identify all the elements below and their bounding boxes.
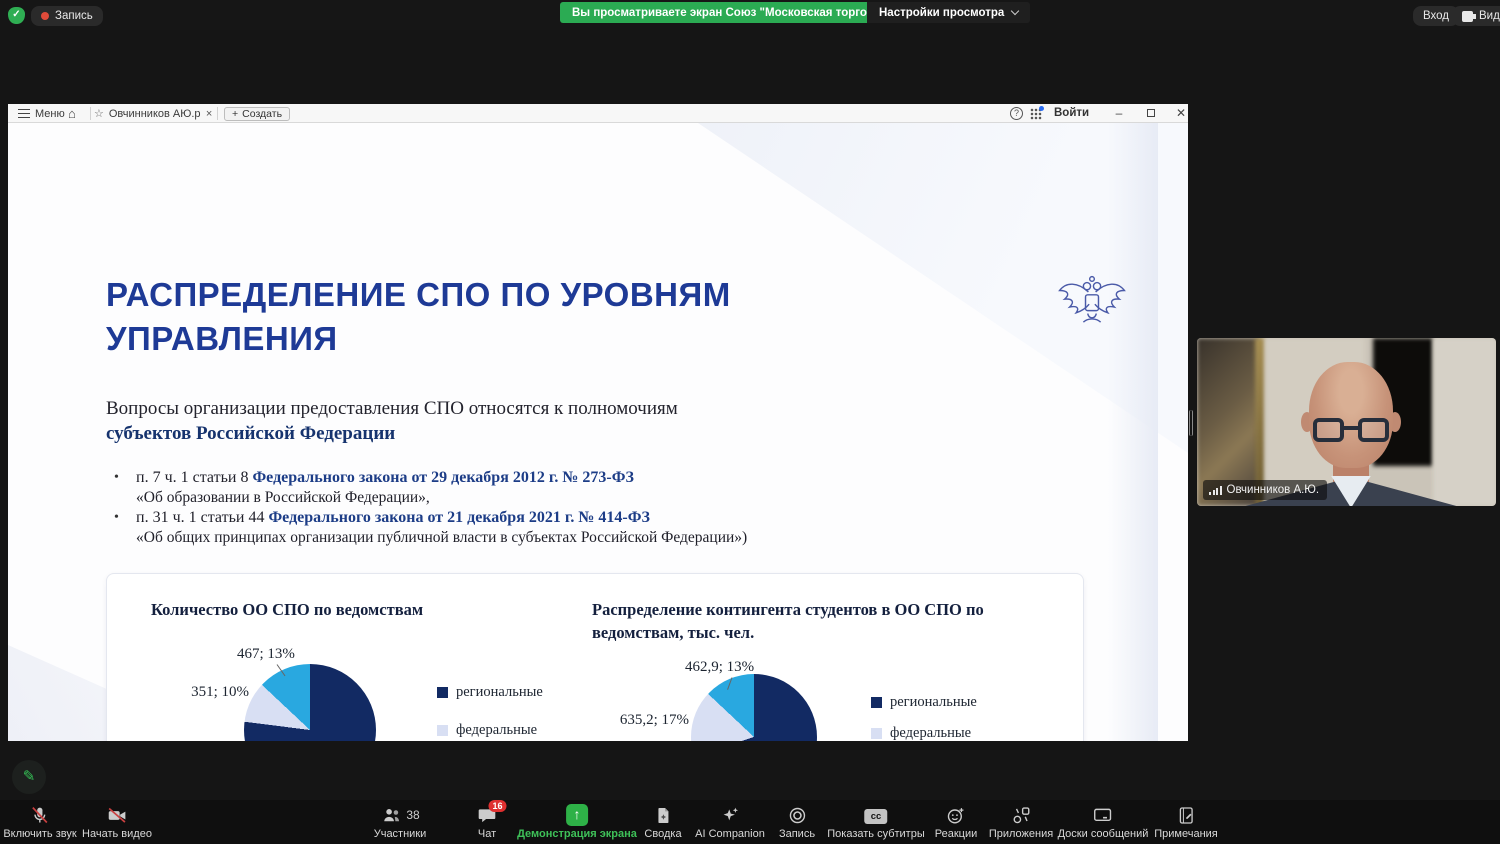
pie2-title: Распределение контингента студентов в ОО…	[592, 598, 992, 644]
slide-intro-text: Вопросы организации предоставления СПО о…	[106, 396, 886, 446]
summary-button[interactable]: Сводка	[644, 804, 681, 840]
participants-count: 38	[406, 808, 419, 822]
pie2-slice-label: 462,9; 13%	[685, 659, 754, 676]
meeting-controls-bar: Включить звук Начать видео 38 Участники …	[0, 800, 1500, 844]
presentation-slide: РАСПРЕДЕЛЕНИЕ СПО ПО УРОВНЯМ УПРАВЛЕНИЯ …	[8, 123, 1188, 741]
participants-icon: 38	[374, 804, 427, 826]
whiteboard-icon	[1058, 804, 1149, 826]
participants-button[interactable]: 38 Участники	[374, 804, 427, 840]
window-minimize-button[interactable]: –	[1104, 104, 1134, 123]
pie1-legend: региональные федеральные частные	[437, 684, 543, 741]
toolbar-separator	[217, 107, 218, 120]
pie1-slice-label: 467; 13%	[237, 646, 295, 663]
chevron-down-icon	[1011, 7, 1019, 15]
zoom-meeting-window: ✓ Запись Вы просматриваете экран Союз "М…	[0, 0, 1500, 844]
slide-background-shape	[1108, 123, 1158, 741]
record-circle-icon	[779, 804, 815, 826]
pdf-document-tab[interactable]: ☆ Овчинников АЮ.pdf ×	[94, 104, 216, 123]
pie-chart-students	[691, 674, 817, 741]
apps-grid-icon[interactable]	[1030, 108, 1042, 120]
unmute-button[interactable]: Включить звук	[3, 804, 76, 840]
camera-off-icon	[82, 804, 152, 826]
create-button[interactable]: + Создать	[224, 107, 290, 121]
sparkle-icon	[695, 804, 765, 826]
bullet-item: • п. 31 ч. 1 статьи 44 Федерального зако…	[106, 509, 906, 547]
tab-title: Овчинников АЮ.pdf	[109, 108, 201, 120]
pdf-sign-in-button[interactable]: Войти	[1054, 107, 1089, 119]
pie1-title: Количество ОО СПО по ведомствам	[151, 600, 423, 620]
share-screen-icon: ↑	[566, 804, 588, 826]
recording-label: Запись	[55, 10, 93, 22]
view-settings-dropdown[interactable]: Настройки просмотра	[867, 2, 1030, 23]
whiteboards-button[interactable]: Доски сообщений	[1058, 804, 1149, 840]
recording-indicator: Запись	[31, 6, 103, 26]
participant-video-tile[interactable]: Овчинников А.Ю.	[1197, 338, 1496, 506]
view-layout-icon	[1462, 11, 1473, 22]
security-shield-icon[interactable]: ✓	[8, 7, 25, 24]
help-icon[interactable]: ?	[1010, 107, 1023, 120]
summary-doc-icon	[644, 804, 681, 826]
pie-chart-oo-spo	[244, 664, 376, 741]
annotate-pencil-button[interactable]: ✎	[12, 760, 46, 794]
pie1-slice-label: 2754; 77%	[307, 739, 372, 741]
window-maximize-button[interactable]	[1136, 104, 1166, 123]
ministry-eagle-emblem	[1056, 270, 1128, 334]
intro-bold-text: субъектов Российской Федерации	[106, 423, 395, 444]
charts-card: Количество ОО СПО по ведомствам Распреде…	[106, 573, 1084, 741]
record-button[interactable]: Запись	[779, 804, 815, 840]
pdf-home-button[interactable]: ⌂	[68, 106, 84, 121]
pie2-legend: региональные федеральные Частные организ…	[871, 694, 986, 741]
audio-signal-icon	[1209, 485, 1222, 495]
ai-companion-button[interactable]: AI Companion	[695, 804, 765, 840]
notification-dot	[1039, 106, 1044, 111]
tab-close-icon[interactable]: ×	[206, 108, 212, 120]
chat-unread-badge: 16	[489, 800, 507, 812]
notes-button[interactable]: Примечания	[1154, 804, 1218, 840]
recording-dot-icon	[41, 12, 49, 20]
person-head	[1309, 362, 1393, 468]
person-glasses	[1313, 418, 1389, 444]
background-wall	[1433, 338, 1496, 506]
chat-button[interactable]: 16 Чат	[477, 804, 498, 840]
start-video-button[interactable]: Начать видео	[82, 804, 152, 840]
notes-icon	[1154, 804, 1218, 826]
view-mode-button[interactable]: Вид	[1452, 6, 1500, 26]
window-close-button[interactable]: ✕	[1166, 104, 1196, 123]
participant-name-label: Овчинников А.Ю.	[1203, 480, 1327, 500]
video-panel-drag-handle[interactable]	[1189, 410, 1193, 436]
cc-icon: cc	[865, 809, 888, 824]
apps-button[interactable]: Приложения	[989, 804, 1053, 840]
captions-button[interactable]: cc Показать субтитры	[827, 804, 925, 840]
share-screen-button[interactable]: ↑ Демонстрация экрана	[517, 804, 637, 840]
reactions-button[interactable]: Реакции	[935, 804, 978, 840]
pdf-viewer-window: Меню ⌂ ☆ Овчинников АЮ.pdf × + Создать ?…	[8, 104, 1188, 741]
pdf-toolbar: Меню ⌂ ☆ Овчинников АЮ.pdf × + Создать ?…	[8, 104, 1188, 123]
pie1-slice-label: 351; 10%	[187, 684, 249, 701]
toolbar-separator	[90, 107, 91, 120]
hamburger-icon	[18, 109, 30, 118]
chat-icon: 16	[477, 804, 498, 826]
slide-title: РАСПРЕДЕЛЕНИЕ СПО ПО УРОВНЯМ УПРАВЛЕНИЯ	[106, 273, 816, 361]
apps-icon	[989, 804, 1053, 826]
smiley-plus-icon	[935, 804, 978, 826]
meeting-top-bar: ✓ Запись Вы просматриваете экран Союз "М…	[0, 0, 1500, 30]
pdf-menu-button[interactable]: Меню	[18, 104, 65, 123]
microphone-muted-icon	[3, 804, 76, 826]
star-icon[interactable]: ☆	[94, 107, 104, 120]
bullet-item: • п. 7 ч. 1 статьи 8 Федерального закона…	[106, 469, 906, 507]
pie2-slice-label: 635,2; 17%	[609, 712, 689, 729]
plus-icon: +	[232, 108, 238, 120]
